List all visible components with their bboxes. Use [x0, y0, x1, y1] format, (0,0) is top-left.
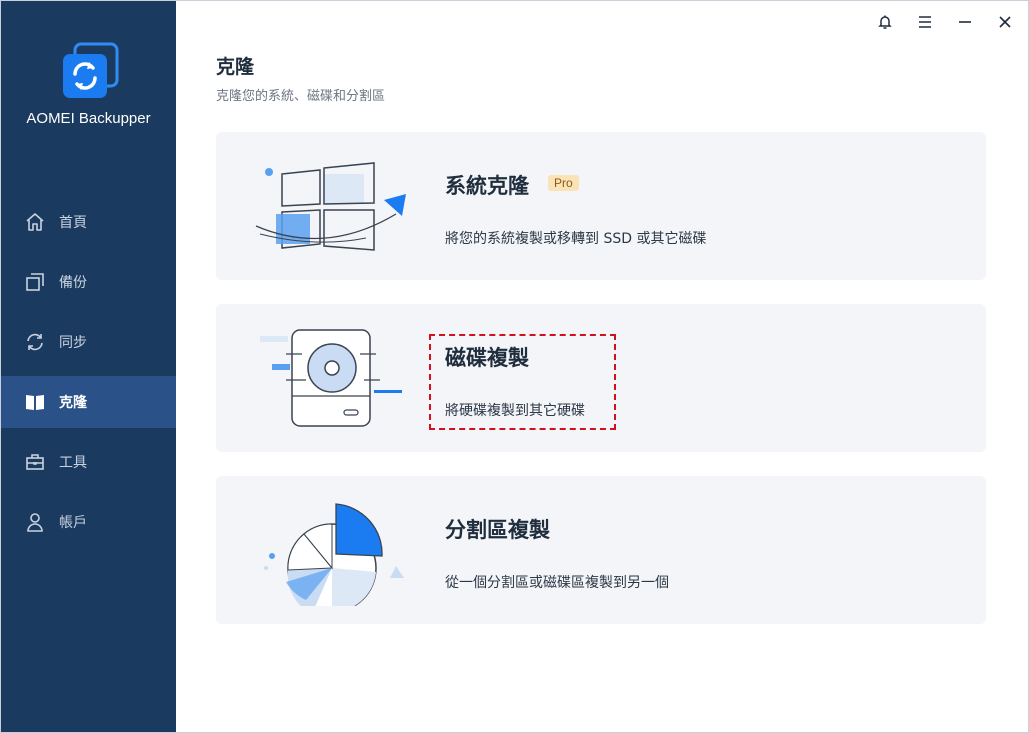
card-title: 分割區複製 [445, 518, 550, 542]
sidebar: AOMEI Backupper 首頁 備份 同步 克隆 工具 帳戶 [1, 1, 176, 732]
page-title: 克隆 [216, 56, 255, 78]
menu-icon[interactable] [914, 11, 936, 33]
app-name: AOMEI Backupper [26, 110, 151, 127]
sync-icon [25, 332, 45, 352]
home-icon [25, 212, 45, 232]
backup-icon [25, 272, 45, 292]
toolbox-icon [25, 452, 45, 472]
close-icon[interactable] [994, 11, 1016, 33]
sidebar-item-backup[interactable]: 備份 [1, 256, 176, 308]
sidebar-item-label: 克隆 [59, 395, 87, 411]
sidebar-item-account[interactable]: 帳戶 [1, 496, 176, 548]
sidebar-item-tools[interactable]: 工具 [1, 436, 176, 488]
sidebar-item-label: 工具 [59, 455, 87, 471]
user-icon [25, 512, 45, 532]
system-clone-card[interactable]: 系統克隆 Pro 將您的系統複製或移轉到 SSD 或其它磁碟 [216, 132, 986, 280]
sidebar-item-sync[interactable]: 同步 [1, 316, 176, 368]
sidebar-item-home[interactable]: 首頁 [1, 196, 176, 248]
card-title: 系統克隆 [445, 174, 529, 198]
clone-icon [25, 392, 45, 412]
card-description: 將您的系統複製或移轉到 SSD 或其它磁碟 [445, 231, 707, 247]
windows-migrate-illustration-icon [246, 152, 416, 262]
pro-badge: Pro [548, 175, 579, 191]
sidebar-item-label: 備份 [59, 275, 87, 291]
highlight-box [429, 334, 616, 430]
sidebar-item-label: 首頁 [59, 215, 87, 231]
bell-icon[interactable] [874, 11, 896, 33]
main-content: 克隆 克隆您的系統、磁碟和分割區 系統克隆 Pro 將您的系統複製或移轉到 SS… [176, 1, 1027, 732]
pie-partition-illustration-icon [246, 496, 416, 614]
minimize-icon[interactable] [954, 11, 976, 33]
page-subtitle: 克隆您的系統、磁碟和分割區 [216, 89, 386, 104]
app-logo-icon [61, 42, 119, 100]
hard-disk-illustration-icon [246, 324, 416, 434]
sidebar-item-label: 帳戶 [59, 515, 87, 531]
sidebar-item-label: 同步 [59, 335, 87, 351]
partition-clone-card[interactable]: 分割區複製 從一個分割區或磁碟區複製到另一個 [216, 476, 986, 624]
card-description: 從一個分割區或磁碟區複製到另一個 [445, 575, 669, 591]
sidebar-item-clone[interactable]: 克隆 [1, 376, 176, 428]
